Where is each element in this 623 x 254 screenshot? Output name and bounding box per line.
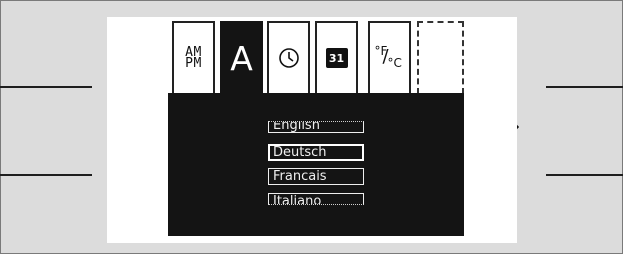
tab-language[interactable]: A [220, 21, 263, 96]
calendar-day-label: 31 [328, 51, 345, 65]
tab-clock[interactable] [267, 21, 310, 95]
language-icon: A [230, 39, 253, 78]
temperature-units-icon: °F / °C [374, 44, 402, 70]
softkey-line-right-lower[interactable] [546, 174, 623, 176]
softkey-line-left-upper[interactable] [0, 86, 92, 88]
tab-units[interactable]: °F / °C [368, 21, 411, 95]
clock-icon [278, 48, 299, 68]
language-list-panel [168, 93, 464, 236]
calendar-icon: 31 [325, 48, 348, 68]
language-option-deutsch[interactable]: Deutsch [268, 144, 364, 161]
language-option-italiano[interactable]: Italiano [268, 193, 364, 205]
language-option-francais[interactable]: Francais [268, 168, 364, 185]
language-option-english[interactable]: English [268, 121, 364, 133]
ampm-label: AM PM [185, 45, 202, 71]
tab-date[interactable]: 31 [315, 21, 358, 95]
softkey-line-left-lower[interactable] [0, 174, 92, 176]
softkey-line-right-upper[interactable] [546, 86, 623, 88]
tab-empty-slot [417, 21, 464, 94]
tab-time-format[interactable]: AM PM [172, 21, 215, 95]
